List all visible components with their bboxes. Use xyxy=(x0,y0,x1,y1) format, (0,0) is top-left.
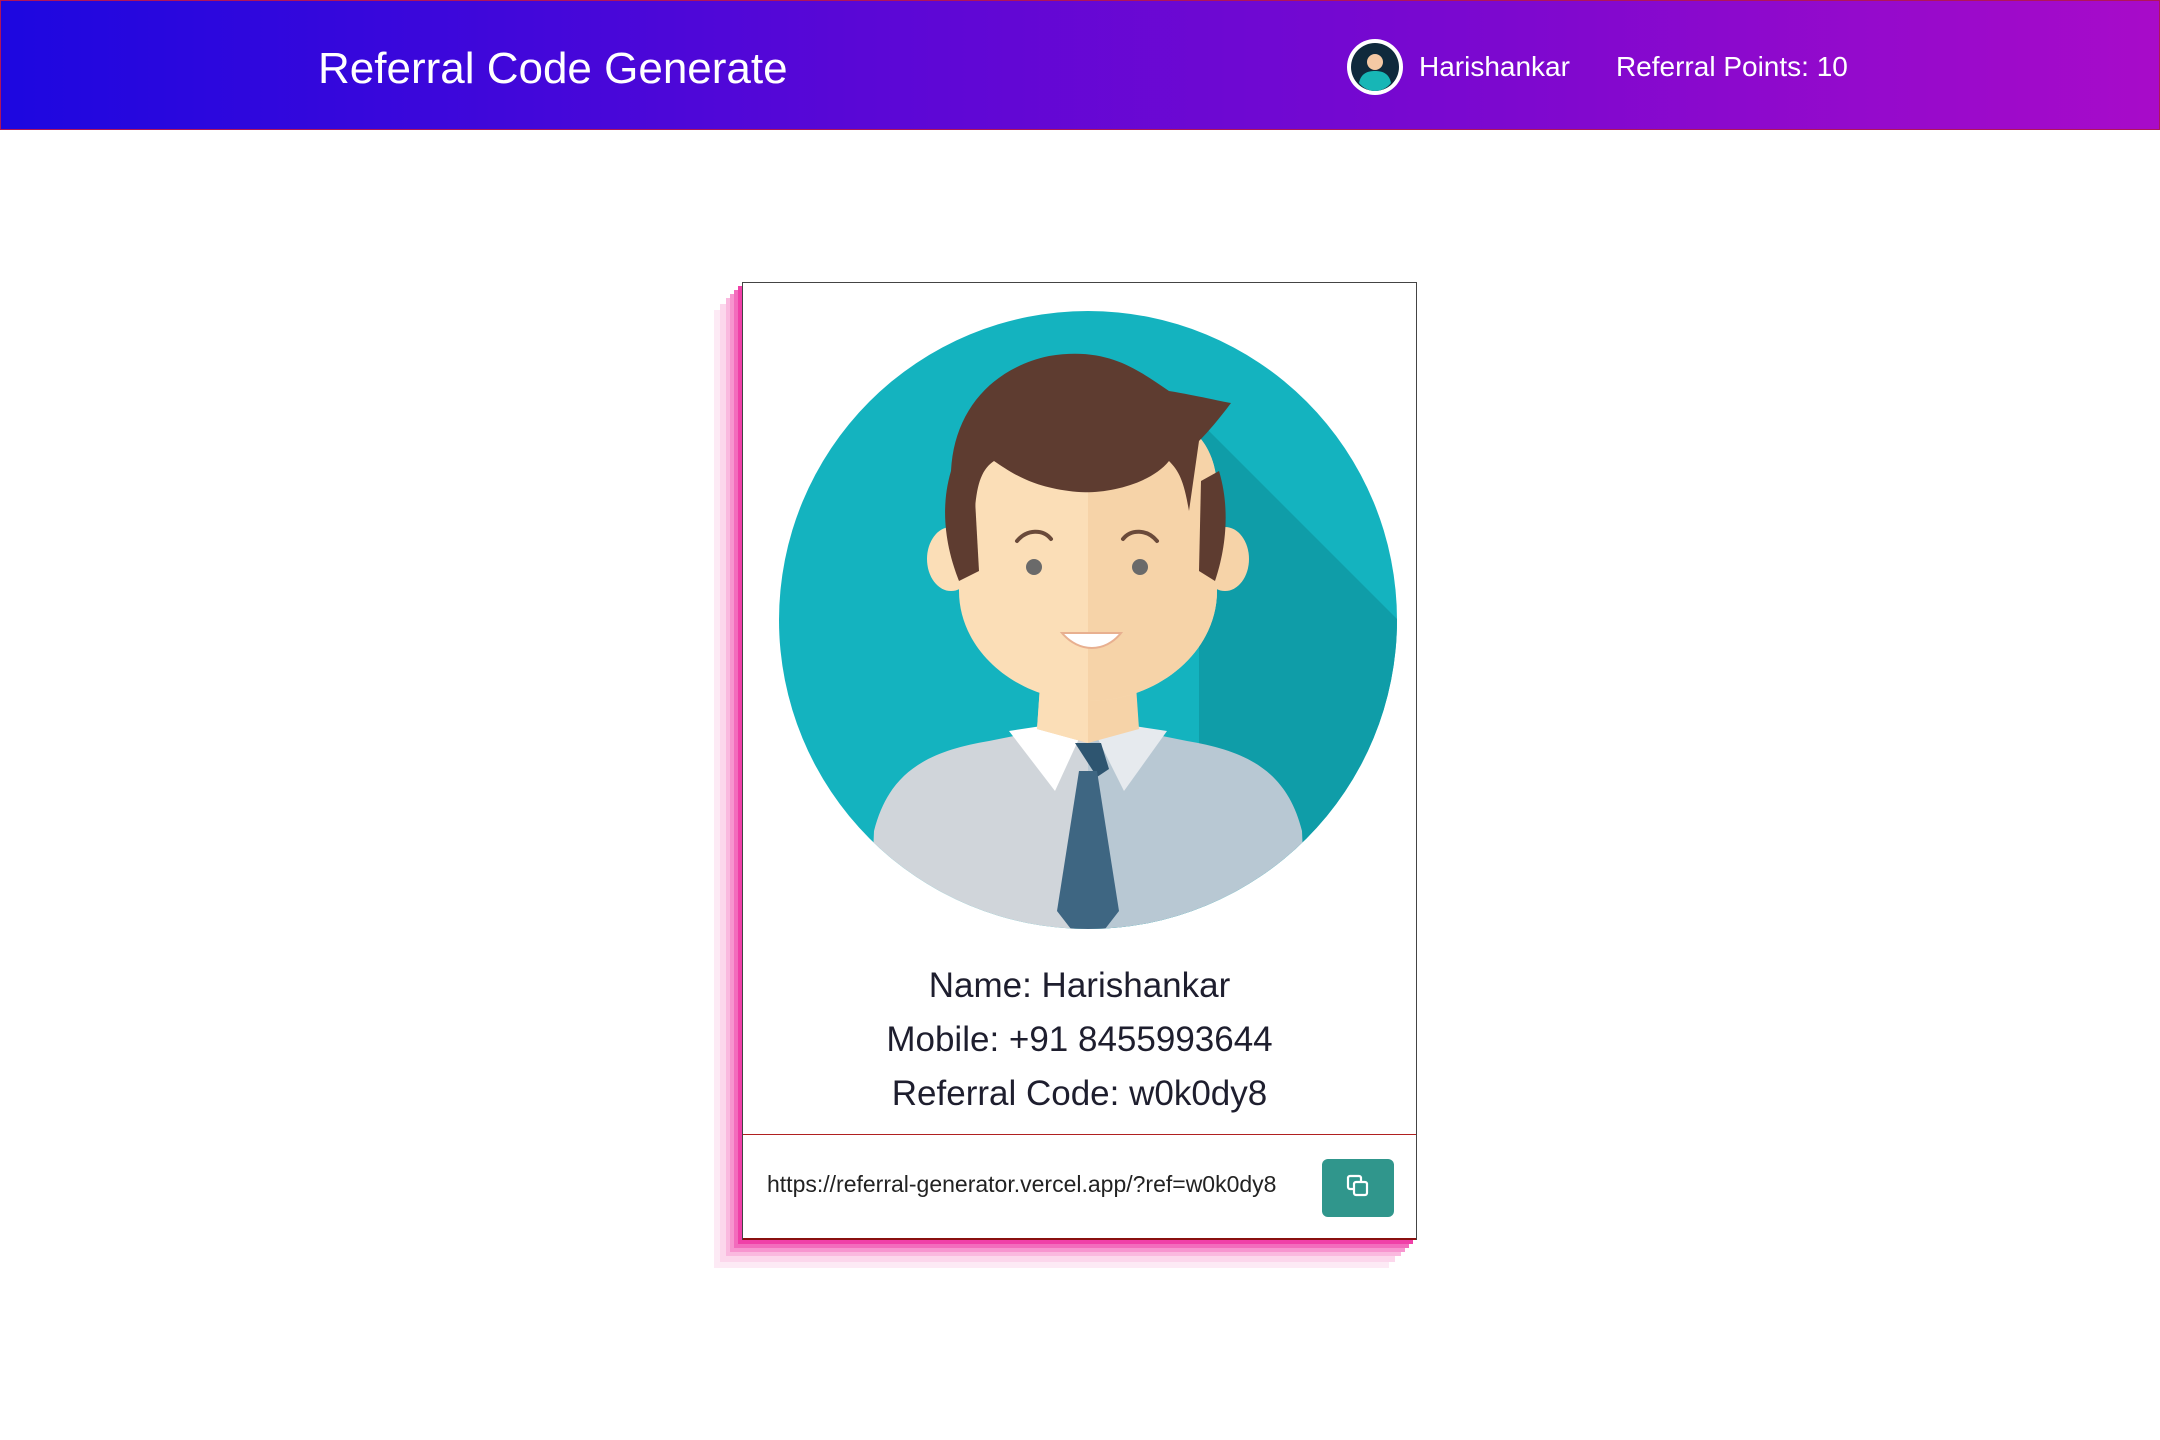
profile-referral-code: Referral Code: w0k0dy8 xyxy=(891,1074,1268,1113)
navbar: Referral Code Generate Harishankar Refer… xyxy=(0,0,2160,130)
referral-points: Referral Points: 10 xyxy=(1615,51,1848,82)
profile-card: Name: Harishankar Mobile: +91 8455993644… xyxy=(742,282,1417,1240)
app-title[interactable]: Referral Code Generate xyxy=(318,39,788,99)
card-body: Name: Harishankar Mobile: +91 8455993644… xyxy=(742,282,1417,1240)
user-avatar-icon[interactable] xyxy=(1347,39,1403,95)
referral-link[interactable]: https://referral-generator.vercel.app/?r… xyxy=(767,1171,1276,1198)
referral-link-bar: https://referral-generator.vercel.app/?r… xyxy=(743,1134,1416,1240)
profile-name: Name: Harishankar xyxy=(928,966,1231,1005)
profile-mobile: Mobile: +91 8455993644 xyxy=(886,1020,1273,1059)
profile-details: Name: Harishankar Mobile: +91 8455993644… xyxy=(743,959,1416,1121)
man-avatar-illustration xyxy=(779,311,1397,929)
copy-icon xyxy=(1345,1173,1371,1204)
user-info: Harishankar Referral Points: 10 xyxy=(1347,37,1848,97)
copy-link-button[interactable] xyxy=(1322,1159,1394,1217)
username: Harishankar xyxy=(1419,51,1570,82)
